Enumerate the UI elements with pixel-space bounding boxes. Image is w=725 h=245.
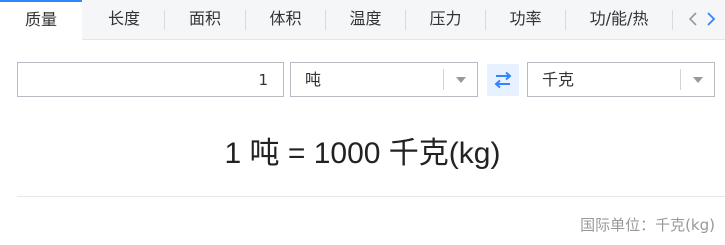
select-divider: [680, 69, 681, 90]
to-unit-value: 千克: [542, 70, 575, 89]
tab-separator: [672, 10, 673, 30]
conversion-result: 1 吨 = 1000 千克(kg): [224, 137, 501, 170]
value-input[interactable]: [17, 62, 284, 97]
caret-down-icon: [456, 77, 466, 83]
tab-mass[interactable]: 质量: [0, 0, 82, 41]
tab-work-energy-heat[interactable]: 功/能/热: [566, 0, 672, 40]
chevron-right-icon: [707, 12, 716, 26]
caret-down-icon: [693, 77, 703, 83]
tab-temperature[interactable]: 温度: [326, 0, 405, 40]
divider: [17, 196, 725, 197]
tabs-prev-button[interactable]: [684, 0, 702, 40]
si-unit-note: 国际单位：千克(kg): [580, 216, 715, 234]
from-unit-value: 吨: [305, 70, 322, 89]
select-divider: [443, 69, 444, 90]
chevron-left-icon: [688, 12, 697, 26]
unit-category-tabbar: 质量 长度 面积 体积 温度 压力 功率 功/能/热: [0, 0, 725, 41]
tab-power[interactable]: 功率: [486, 0, 565, 40]
to-unit-select[interactable]: 千克: [527, 62, 715, 97]
tab-pressure[interactable]: 压力: [406, 0, 485, 40]
tab-area[interactable]: 面积: [165, 0, 245, 40]
swap-arrows-icon: [494, 71, 512, 89]
from-unit-select[interactable]: 吨: [290, 62, 478, 97]
tabs-next-button[interactable]: [702, 0, 720, 40]
tab-volume[interactable]: 体积: [246, 0, 325, 40]
swap-units-button[interactable]: [487, 64, 519, 96]
tab-length[interactable]: 长度: [84, 0, 164, 40]
